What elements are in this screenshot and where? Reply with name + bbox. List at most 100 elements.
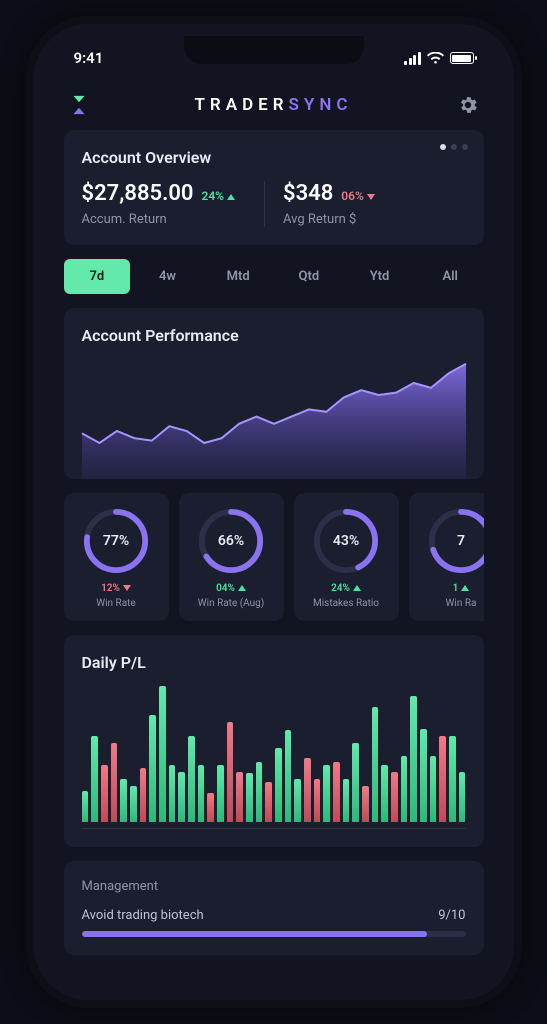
account-performance-card: Account Performance — [64, 308, 484, 479]
caret-up-icon — [238, 585, 246, 591]
gauge-card[interactable]: 43% 24% Mistakes Ratio — [294, 493, 399, 621]
gauge-ring: 66% — [197, 507, 265, 575]
pl-bar — [178, 772, 185, 822]
pl-bar — [294, 779, 301, 822]
app-brand: TRADERSYNC — [194, 95, 352, 115]
pl-bar — [120, 779, 127, 822]
gauge-label: Mistakes Ratio — [300, 598, 393, 609]
avg-return-value: $348 — [283, 181, 333, 206]
management-card: Management Avoid trading biotech 9/10 — [64, 861, 484, 955]
pl-bar — [169, 765, 176, 822]
gauge-delta: 24% — [300, 583, 393, 594]
performance-title: Account Performance — [82, 326, 466, 345]
pl-bar — [285, 730, 292, 822]
pl-bar — [314, 779, 321, 822]
gauge-delta: 12% — [70, 583, 163, 594]
pl-bar — [391, 772, 398, 822]
pl-bar — [91, 736, 98, 822]
gauge-ring: 77% — [82, 507, 150, 575]
management-item-label: Avoid trading biotech — [82, 908, 204, 923]
pl-bar — [323, 765, 330, 822]
avg-return-pct: 06% — [341, 189, 375, 203]
daily-pl-card: Daily P/L — [64, 635, 484, 847]
pl-bar — [372, 707, 379, 822]
management-item[interactable]: Avoid trading biotech 9/10 — [82, 908, 466, 923]
avg-return-label: Avg Return $ — [283, 212, 466, 227]
brand-part1: TRADER — [194, 95, 288, 115]
battery-icon — [450, 52, 474, 64]
range-tab-ytd[interactable]: Ytd — [346, 259, 413, 294]
gauge-card[interactable]: 7 1 Win Ra — [409, 493, 484, 621]
pl-bar — [352, 743, 359, 822]
gauge-delta: 04% — [185, 583, 278, 594]
pl-bar — [236, 772, 243, 822]
pl-bar — [265, 782, 272, 822]
gauge-label: Win Rate — [70, 598, 163, 609]
daily-pl-chart[interactable] — [82, 686, 466, 826]
gauge-value: 66% — [197, 507, 265, 575]
pl-bar — [256, 762, 263, 822]
pl-bar — [449, 736, 456, 822]
carousel-dots[interactable] — [440, 144, 468, 150]
range-tab-4w[interactable]: 4w — [134, 259, 201, 294]
pl-bar — [459, 772, 466, 822]
accum-return-pct: 24% — [201, 189, 235, 203]
pl-bar — [343, 779, 350, 822]
pl-bar — [439, 736, 446, 822]
wifi-icon — [427, 52, 444, 64]
pl-bar — [401, 756, 408, 822]
app-logo-icon — [68, 94, 90, 116]
gauge-card[interactable]: 77% 12% Win Rate — [64, 493, 169, 621]
overview-avg-return: $348 06% Avg Return $ — [264, 181, 466, 227]
pl-bar — [304, 758, 311, 822]
gauge-card[interactable]: 66% 04% Win Rate (Aug) — [179, 493, 284, 621]
caret-up-icon — [227, 194, 235, 200]
pl-bar — [159, 686, 166, 822]
management-item-score: 9/10 — [438, 908, 465, 923]
daily-pl-title: Daily P/L — [82, 653, 466, 672]
account-overview-card[interactable]: Account Overview $27,885.00 24% Accum. R… — [64, 130, 484, 245]
app-header: TRADERSYNC — [46, 80, 502, 130]
pl-bar — [246, 773, 253, 822]
pl-bar — [430, 756, 437, 822]
range-tab-qtd[interactable]: Qtd — [276, 259, 343, 294]
pl-bar — [130, 786, 137, 822]
pl-bar — [149, 715, 156, 822]
pl-bar — [207, 793, 214, 822]
brand-part2: SYNC — [289, 95, 353, 115]
caret-up-icon — [353, 585, 361, 591]
range-tab-mtd[interactable]: Mtd — [205, 259, 272, 294]
gauge-ring: 43% — [312, 507, 380, 575]
range-tab-all[interactable]: All — [417, 259, 484, 294]
pl-bar — [188, 736, 195, 822]
accum-return-label: Accum. Return — [82, 212, 265, 227]
performance-chart[interactable] — [82, 359, 466, 479]
management-progress — [82, 931, 466, 937]
gauge-ring: 7 — [427, 507, 484, 575]
pl-bar — [140, 768, 147, 822]
pl-bar — [198, 765, 205, 822]
gauge-row[interactable]: 77% 12% Win Rate 66% 04% Win Rate (Aug) … — [64, 493, 484, 621]
pl-bar — [82, 791, 89, 822]
status-indicators — [404, 52, 474, 65]
accum-return-value: $27,885.00 — [82, 181, 194, 206]
overview-accum-return: $27,885.00 24% Accum. Return — [82, 181, 265, 227]
signal-icon — [404, 52, 421, 65]
pl-bar — [420, 729, 427, 822]
gauge-value: 7 — [427, 507, 484, 575]
overview-title: Account Overview — [82, 148, 466, 167]
pl-bar — [275, 748, 282, 822]
pl-bar — [111, 743, 118, 822]
status-time: 9:41 — [74, 49, 104, 67]
date-range-tabs[interactable]: 7d4wMtdQtdYtdAll — [64, 259, 484, 294]
range-tab-7d[interactable]: 7d — [64, 259, 131, 294]
pl-bar — [333, 762, 340, 822]
settings-icon[interactable] — [457, 94, 479, 116]
pl-bar — [101, 765, 108, 822]
caret-down-icon — [367, 194, 375, 200]
gauge-value: 43% — [312, 507, 380, 575]
management-title: Management — [82, 879, 466, 894]
caret-up-icon — [461, 585, 469, 591]
pl-bar — [217, 765, 224, 822]
pl-bar — [410, 696, 417, 822]
